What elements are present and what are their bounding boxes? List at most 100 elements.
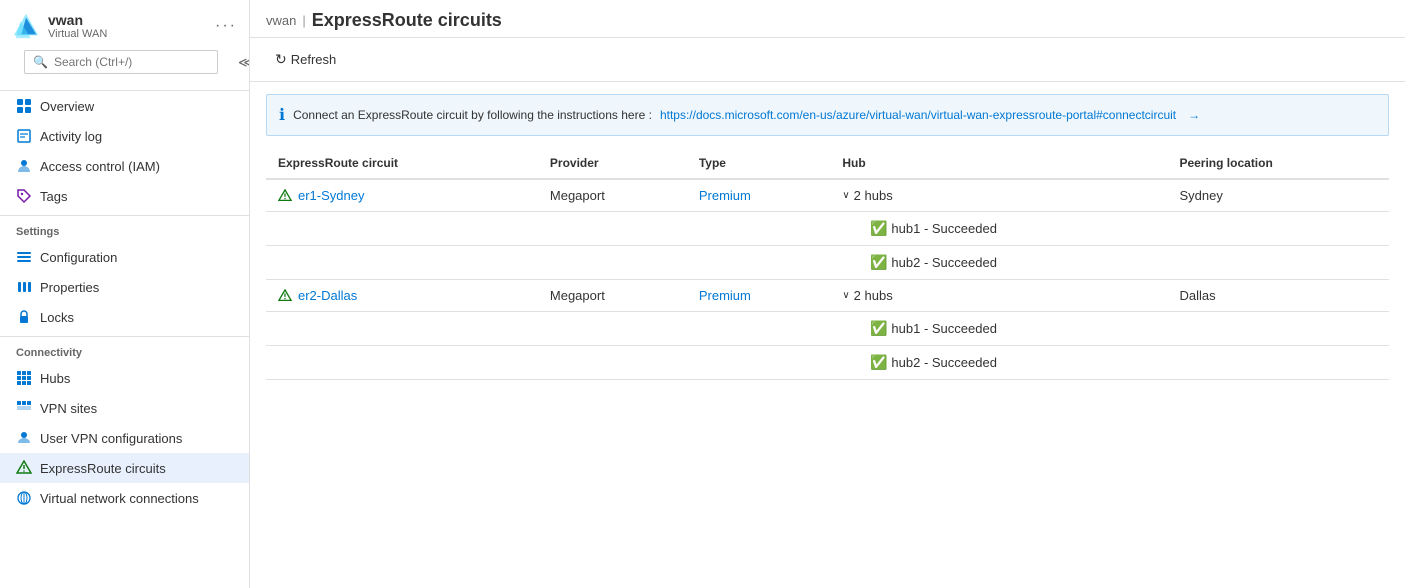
hub-cell-1: ∨ 2 hubs [830,179,1167,212]
circuit-cell-1: er1-Sydney [266,179,538,212]
provider-cell-2: Megaport [538,280,687,312]
sidebar-item-label-expressroute: ExpressRoute circuits [40,461,166,476]
info-link[interactable]: https://docs.microsoft.com/en-us/azure/v… [660,108,1176,122]
app-logo-icon [12,12,40,40]
refresh-icon: ↻ [275,51,287,68]
type-link-1[interactable]: Premium [699,188,818,203]
configuration-icon [16,249,32,265]
success-icon: ✅ [870,220,887,236]
sidebar-item-iam[interactable]: Access control (IAM) [0,151,249,181]
sidebar-item-activity-log[interactable]: Activity log [0,121,249,151]
main-content: vwan | ExpressRoute circuits ↻ Refresh ℹ… [250,0,1405,588]
col-header-hub: Hub [830,148,1167,179]
type-link-2[interactable]: Premium [699,288,818,303]
sidebar-item-properties[interactable]: Properties [0,272,249,302]
table-header-row: ExpressRoute circuit Provider Type Hub P… [266,148,1389,179]
expressroute-icon [16,460,32,476]
col-header-provider: Provider [538,148,687,179]
sidebar-nav: Overview Activity log Access control (IA… [0,91,249,588]
more-options-button[interactable]: ··· [215,17,237,35]
sidebar-item-label-hubs: Hubs [40,371,70,386]
col-header-type: Type [687,148,830,179]
circuit-cell-2: er2-Dallas [266,280,538,312]
sidebar-item-overview[interactable]: Overview [0,91,249,121]
hub-sub-cell-2b: ✅ hub2 - Succeeded [830,346,1167,380]
chevron-down-icon-2: ∨ [842,290,849,301]
hub-expand-2[interactable]: ∨ 2 hubs [842,288,1155,303]
hubs-icon [16,370,32,386]
sidebar-item-label-properties: Properties [40,280,99,295]
iam-icon [16,158,32,174]
success-icon: ✅ [870,354,887,370]
page-title: ExpressRoute circuits [312,10,502,31]
sidebar-item-user-vpn[interactable]: User VPN configurations [0,423,249,453]
table-row: er2-Dallas Megaport Premium ∨ 2 hubs Dal… [266,280,1389,312]
chevron-down-icon-1: ∨ [842,190,849,201]
app-title: vwan [48,12,207,28]
tags-icon [16,188,32,204]
sidebar-item-label-activity-log: Activity log [40,129,102,144]
sidebar-item-label-vnet: Virtual network connections [40,491,199,506]
peering-cell-1: Sydney [1167,179,1389,212]
sidebar-item-vpn-sites[interactable]: VPN sites [0,393,249,423]
activity-log-icon [16,128,32,144]
info-icon: ℹ [279,105,285,125]
info-arrow: → [1188,108,1200,122]
hub-sub-cell-2a: ✅ hub1 - Succeeded [830,312,1167,346]
circuit-link-1[interactable]: er1-Sydney [278,188,526,203]
circuit-link-2[interactable]: er2-Dallas [278,288,526,303]
search-icon: 🔍 [33,55,48,69]
type-cell-2: Premium [687,280,830,312]
sidebar-item-label-iam: Access control (IAM) [40,159,160,174]
success-icon: ✅ [870,254,887,270]
table-container: ExpressRoute circuit Provider Type Hub P… [250,148,1405,588]
type-cell-1: Premium [687,179,830,212]
sidebar-header: vwan Virtual WAN ··· 🔍 ≪ [0,0,249,91]
peering-cell-2: Dallas [1167,280,1389,312]
hub-sub-cell-1b: ✅ hub2 - Succeeded [830,246,1167,280]
connectivity-section-label: Connectivity [0,336,249,363]
sidebar-item-label-overview: Overview [40,99,94,114]
search-box[interactable]: 🔍 [24,50,218,74]
table-row-sub: ✅ hub1 - Succeeded [266,312,1389,346]
locks-icon [16,309,32,325]
settings-section-label: Settings [0,215,249,242]
expressroute-table: ExpressRoute circuit Provider Type Hub P… [266,148,1389,380]
expressroute-row-icon-1 [278,189,292,203]
properties-icon [16,279,32,295]
sidebar-item-expressroute[interactable]: ExpressRoute circuits [0,453,249,483]
sidebar-item-label-user-vpn: User VPN configurations [40,431,182,446]
sidebar: vwan Virtual WAN ··· 🔍 ≪ Overview Activi… [0,0,250,588]
col-header-circuit: ExpressRoute circuit [266,148,538,179]
collapse-sidebar-button[interactable]: ≪ [230,50,250,75]
user-vpn-icon [16,430,32,446]
sidebar-item-configuration[interactable]: Configuration [0,242,249,272]
sidebar-item-tags[interactable]: Tags [0,181,249,211]
sidebar-item-label-tags: Tags [40,189,67,204]
col-header-peering: Peering location [1167,148,1389,179]
sidebar-item-locks[interactable]: Locks [0,302,249,332]
info-text: Connect an ExpressRoute circuit by follo… [293,108,652,122]
table-row-sub: ✅ hub1 - Succeeded [266,212,1389,246]
toolbar: ↻ Refresh [250,38,1405,82]
sidebar-item-label-configuration: Configuration [40,250,117,265]
breadcrumb-sep: | [302,13,305,28]
hub-sub-cell-1a: ✅ hub1 - Succeeded [830,212,1167,246]
table-row-sub: ✅ hub2 - Succeeded [266,346,1389,380]
table-row: er1-Sydney Megaport Premium ∨ 2 hubs Syd… [266,179,1389,212]
overview-icon [16,98,32,114]
provider-cell-1: Megaport [538,179,687,212]
page-header: vwan | ExpressRoute circuits [250,0,1405,38]
sidebar-item-label-vpn-sites: VPN sites [40,401,97,416]
sidebar-item-hubs[interactable]: Hubs [0,363,249,393]
app-subtitle: Virtual WAN [48,28,207,40]
info-banner: ℹ Connect an ExpressRoute circuit by fol… [266,94,1389,136]
success-icon: ✅ [870,320,887,336]
table-row-sub: ✅ hub2 - Succeeded [266,246,1389,280]
refresh-label: Refresh [291,52,337,67]
refresh-button[interactable]: ↻ Refresh [266,46,345,73]
hub-expand-1[interactable]: ∨ 2 hubs [842,188,1155,203]
sidebar-item-vnet[interactable]: Virtual network connections [0,483,249,513]
search-input[interactable] [54,55,209,69]
expressroute-row-icon-2 [278,289,292,303]
